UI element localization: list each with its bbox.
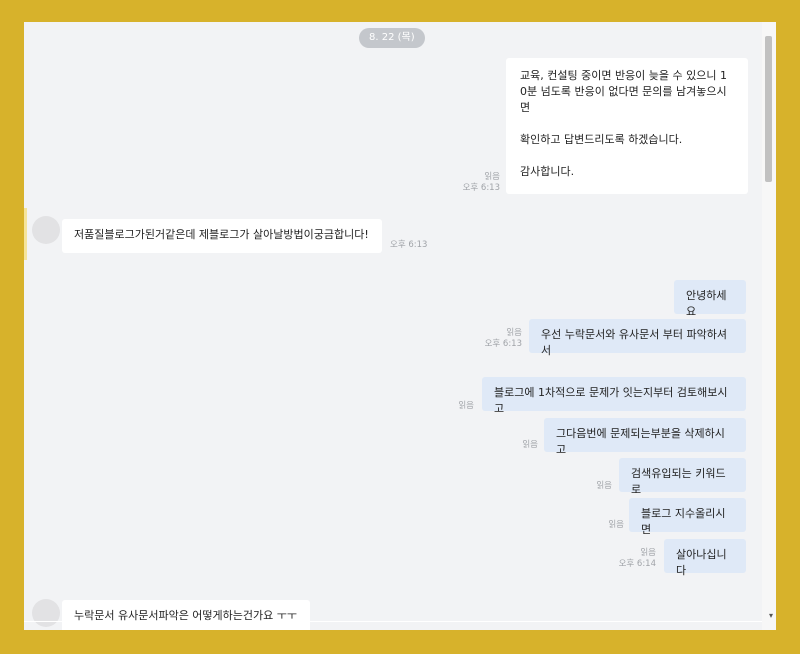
message-meta: 읽음 오후 6:13 (485, 328, 522, 350)
message-meta: 오후 6:13 (390, 240, 427, 251)
message-text: 우선 누락문서와 유사문서 부터 파악하셔서 (541, 328, 728, 357)
message-text: 살아나십니다 (676, 548, 727, 577)
message-bubble-outgoing[interactable]: 그다음번에 문제되는부분을 삭제하시고 (544, 418, 746, 456)
message-meta: 읽음 (458, 401, 474, 412)
message-bubble-outgoing[interactable]: 교육, 컨설팅 중이면 반응이 늦을 수 있으니 1 0분 넘도록 반응이 없다… (506, 58, 748, 194)
message-text: 교육, 컨설팅 중이면 반응이 늦을 수 있으니 1 0분 넘도록 반응이 없다… (520, 69, 728, 178)
scrollbar-thumb[interactable] (765, 36, 772, 182)
message-bubble-outgoing[interactable]: 우선 누락문서와 유사문서 부터 파악하셔서 (529, 319, 746, 357)
scroll-down-icon[interactable]: ▾ (769, 611, 773, 620)
message-text: 블로그 지수올리시면 (641, 507, 726, 536)
message-text: 안녕하세요 (686, 289, 727, 318)
read-receipt: 읽음 (608, 520, 624, 530)
unread-accent (24, 208, 27, 260)
message-meta: 읽음 오후 6:13 (463, 172, 500, 194)
message-bubble-outgoing[interactable]: 안녕하세요 (674, 280, 746, 318)
read-receipt: 읽음 (522, 440, 538, 450)
scrollbar[interactable]: ▾ (762, 22, 776, 630)
message-bubble-outgoing[interactable]: 블로그에 1차적으로 문제가 잇는지부터 검토해보시고 (482, 377, 746, 415)
message-bubble-incoming[interactable]: 누락문서 유사문서파악은 어떻게하는건가요 ㅜㅜ (62, 600, 310, 630)
message-time: 오후 6:14 (618, 559, 656, 569)
read-receipt: 읽음 (458, 401, 474, 411)
chat-panel: 8. 22 (목) 읽음 오후 6:13 교육, 컨설팅 중이면 반응이 늦을 … (24, 22, 776, 630)
read-receipt: 읽음 (640, 548, 656, 558)
avatar[interactable] (32, 216, 60, 244)
avatar[interactable] (32, 599, 60, 627)
message-bubble-outgoing[interactable]: 블로그 지수올리시면 (629, 498, 746, 536)
message-text: 그다음번에 문제되는부분을 삭제하시고 (556, 427, 725, 456)
date-divider: 8. 22 (목) (359, 28, 425, 48)
read-receipt: 읽음 (484, 172, 500, 182)
message-bubble-incoming[interactable]: 저품질블로그가된거같은데 제블로그가 살아날방법이궁금합니다! (62, 219, 382, 253)
message-meta: 읽음 (522, 440, 538, 451)
read-receipt: 읽음 (506, 328, 522, 338)
message-bubble-outgoing[interactable]: 검색유입되는 키워드로 (619, 458, 746, 496)
message-time: 오후 6:13 (390, 240, 428, 250)
read-receipt: 읽음 (596, 481, 612, 491)
input-divider (24, 621, 762, 622)
message-text: 블로그에 1차적으로 문제가 잇는지부터 검토해보시고 (494, 386, 728, 415)
message-meta: 읽음 (608, 520, 624, 531)
message-meta: 읽음 오후 6:14 (619, 548, 656, 570)
message-time: 오후 6:13 (462, 183, 500, 193)
message-meta: 읽음 (596, 481, 612, 492)
message-text: 검색유입되는 키워드로 (631, 467, 726, 496)
message-bubble-outgoing[interactable]: 살아나십니다 (664, 539, 746, 577)
message-text: 저품질블로그가된거같은데 제블로그가 살아날방법이궁금합니다! (74, 228, 369, 241)
message-time: 오후 6:13 (484, 339, 522, 349)
